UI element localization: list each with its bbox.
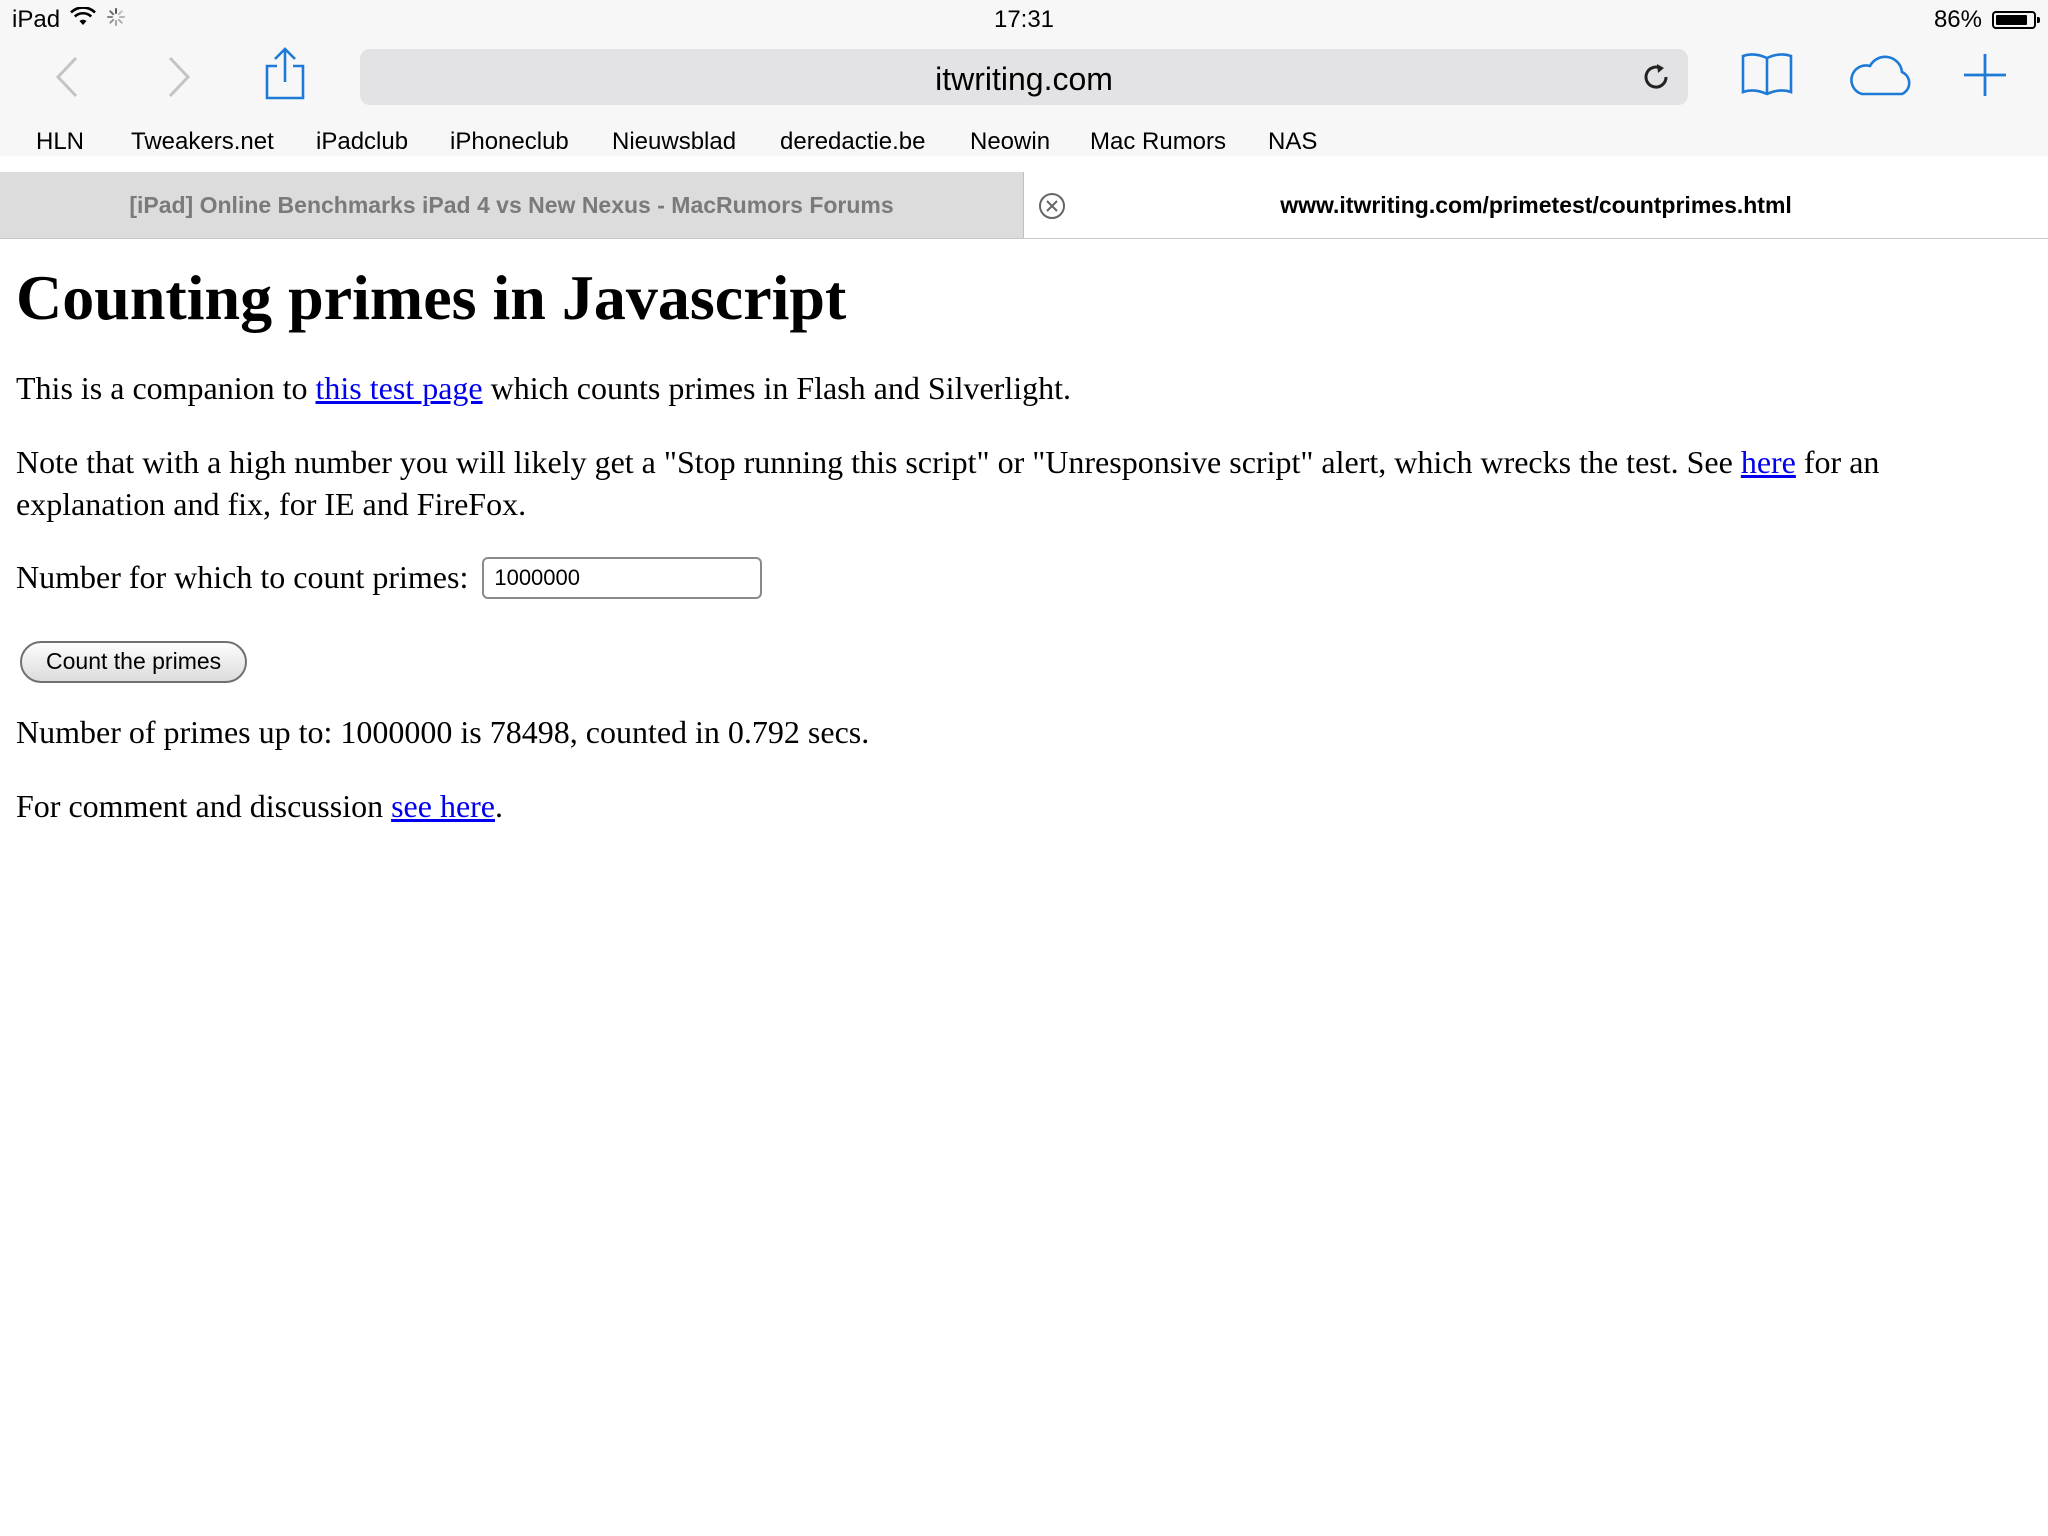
- here-link[interactable]: here: [1741, 444, 1796, 480]
- bookmark-nieuwsblad[interactable]: Nieuwsblad: [612, 128, 736, 156]
- intro-text: This is a companion to: [16, 369, 316, 406]
- result-text: Number of primes up to: 1000000 is 78498…: [16, 713, 870, 750]
- page-title: Counting primes in Javascript: [16, 262, 847, 333]
- bookmark-hln[interactable]: HLN: [36, 128, 84, 156]
- number-input[interactable]: [482, 556, 763, 599]
- status-bar: iPad 17:31 86%: [0, 0, 2048, 40]
- comment-text: For comment and discussion: [16, 787, 392, 824]
- forward-chevron-icon: [164, 54, 194, 105]
- tab-countprimes[interactable]: www.itwriting.com/primetest/countprimes.…: [1024, 192, 2048, 219]
- bookmark-neowin[interactable]: Neowin: [970, 128, 1050, 156]
- bookmark-deredactie[interactable]: deredactie.be: [780, 128, 925, 156]
- bookmarks-button[interactable]: [1740, 50, 1794, 103]
- bookmark-nas[interactable]: NAS: [1268, 128, 1317, 156]
- share-icon: [262, 46, 308, 107]
- plus-icon: [1962, 52, 2008, 103]
- note-text: Note that with a high number you will li…: [16, 443, 1741, 480]
- back-chevron-icon: [52, 54, 82, 105]
- address-bar[interactable]: itwriting.com: [360, 49, 1688, 105]
- intro-paragraph: This is a companion to this test page wh…: [16, 367, 2026, 409]
- new-tab-button[interactable]: [1962, 52, 2008, 103]
- status-bar-right: 86%: [1933, 6, 2040, 34]
- cloud-icon: [1846, 54, 1916, 103]
- battery-level-fill: [1996, 15, 2027, 25]
- intro-text-end: which counts primes in Flash and Silverl…: [482, 369, 1071, 406]
- note-paragraph: Note that with a high number you will li…: [16, 441, 2026, 525]
- tab-macrumors[interactable]: [iPad] Online Benchmarks iPad 4 vs New N…: [0, 172, 1024, 238]
- tab-title: [iPad] Online Benchmarks iPad 4 vs New N…: [129, 192, 894, 218]
- address-text: itwriting.com: [935, 61, 1113, 97]
- count-primes-button[interactable]: Count the primes: [20, 640, 248, 683]
- bookmark-iphoneclub[interactable]: iPhoneclub: [450, 128, 569, 156]
- battery-icon: [1992, 11, 2040, 29]
- comment-paragraph: For comment and discussion see here.: [16, 785, 2026, 827]
- book-icon: [1740, 50, 1794, 103]
- number-form-row: Number for which to count primes:: [16, 556, 2026, 599]
- number-input-label: Number for which to count primes:: [16, 559, 469, 596]
- tab-bar: [iPad] Online Benchmarks iPad 4 vs New N…: [0, 172, 2048, 239]
- bookmark-macrumors[interactable]: Mac Rumors: [1090, 128, 1226, 156]
- icloud-tabs-button[interactable]: [1846, 54, 1916, 103]
- test-page-link[interactable]: this test page: [316, 370, 483, 406]
- forward-button[interactable]: [164, 54, 194, 105]
- battery-percent: 86%: [1933, 6, 1982, 33]
- reload-icon: [1640, 64, 1672, 97]
- bookmarks-bar: HLN Tweakers.net iPadclub iPhoneclub Nie…: [0, 124, 2048, 164]
- back-button[interactable]: [52, 54, 82, 105]
- comment-text-end: .: [495, 787, 503, 824]
- reload-button[interactable]: [1640, 61, 1672, 98]
- bookmark-tweakers[interactable]: Tweakers.net: [131, 128, 274, 156]
- clock: 17:31: [993, 6, 1055, 33]
- browser-toolbar: itwriting.com HLN Tweakers.net iPadclub …: [0, 40, 2048, 156]
- share-button[interactable]: [262, 46, 308, 107]
- bookmark-ipadclub[interactable]: iPadclub: [316, 128, 408, 156]
- web-page-content: Counting primes in Javascript This is a …: [16, 240, 2026, 827]
- see-here-link[interactable]: see here: [391, 788, 495, 824]
